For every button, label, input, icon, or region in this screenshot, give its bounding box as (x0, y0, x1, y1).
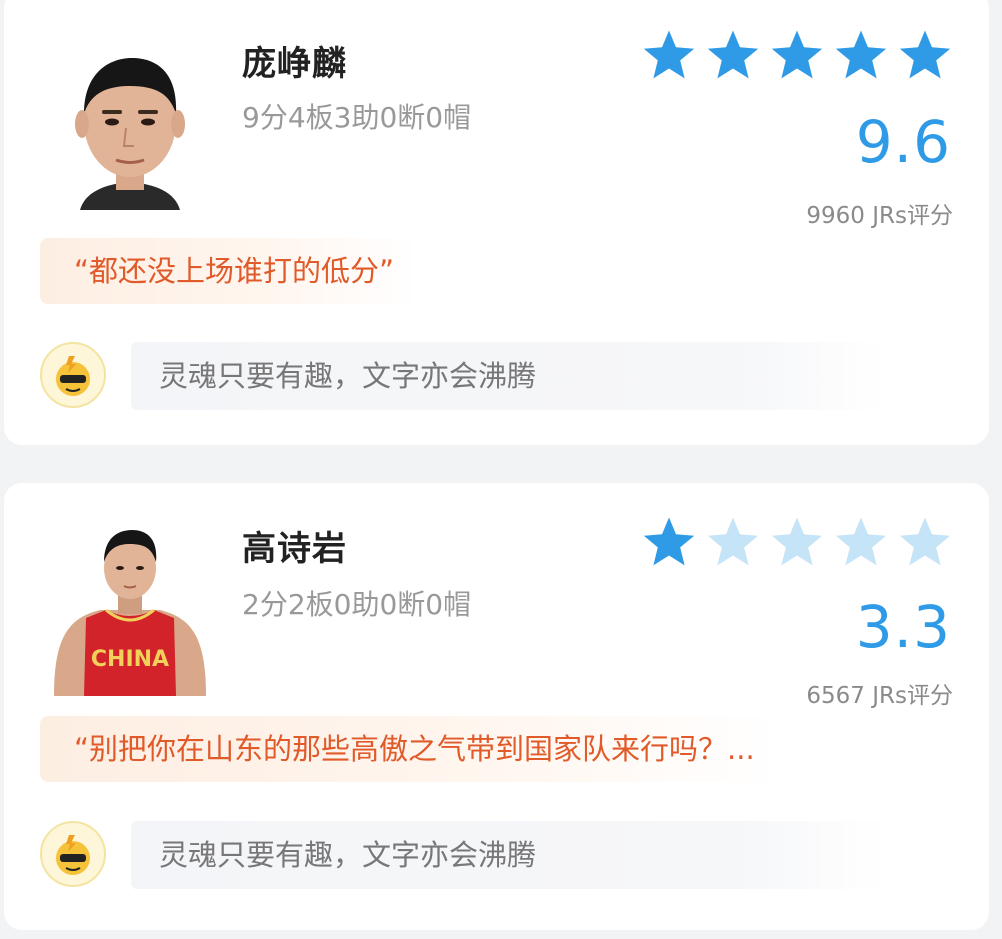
user-avatar-icon[interactable] (40, 821, 106, 887)
star-icon[interactable] (641, 28, 697, 82)
star-icon[interactable] (897, 28, 953, 82)
rating-count: 9960 JRs评分 (806, 203, 953, 229)
player-rating-card[interactable]: CHINA 高诗岩 2分2板0助0断0帽 3.3 6567 JRs评分 “别把你… (4, 483, 989, 930)
rating-score: 3.3 (855, 593, 951, 661)
jersey-text: CHINA (91, 647, 169, 672)
rating-stars[interactable] (641, 28, 953, 82)
star-icon[interactable] (897, 515, 953, 569)
top-comment-quote[interactable]: “都还没上场谁打的低分” (40, 238, 419, 304)
star-icon[interactable] (641, 515, 697, 569)
star-icon[interactable] (705, 28, 761, 82)
star-icon[interactable] (769, 515, 825, 569)
rating-score: 9.6 (855, 108, 951, 176)
star-icon[interactable] (833, 28, 889, 82)
rating-stars[interactable] (641, 515, 953, 569)
rating-count: 6567 JRs评分 (806, 683, 953, 709)
player-rating-card[interactable]: 庞峥麟 9分4板3助0断0帽 9.6 9960 JRs评分 “都还没上场谁打的低… (4, 0, 989, 445)
star-icon[interactable] (705, 515, 761, 569)
star-icon[interactable] (833, 515, 889, 569)
player-stats: 2分2板0助0断0帽 (242, 588, 472, 621)
player-name: 高诗岩 (242, 529, 347, 569)
star-icon[interactable] (769, 28, 825, 82)
player-name: 庞峥麟 (242, 44, 347, 84)
comment-input[interactable]: 灵魂只要有趣，文字亦会沸腾 (131, 821, 889, 889)
player-stats: 9分4板3助0断0帽 (242, 101, 472, 134)
comment-input[interactable]: 灵魂只要有趣，文字亦会沸腾 (131, 342, 889, 410)
player-photo[interactable] (40, 32, 220, 210)
player-photo[interactable]: CHINA (40, 518, 220, 696)
user-avatar-icon[interactable] (40, 342, 106, 408)
top-comment-quote[interactable]: “别把你在山东的那些高傲之气带到国家队来行吗？... (40, 716, 779, 782)
